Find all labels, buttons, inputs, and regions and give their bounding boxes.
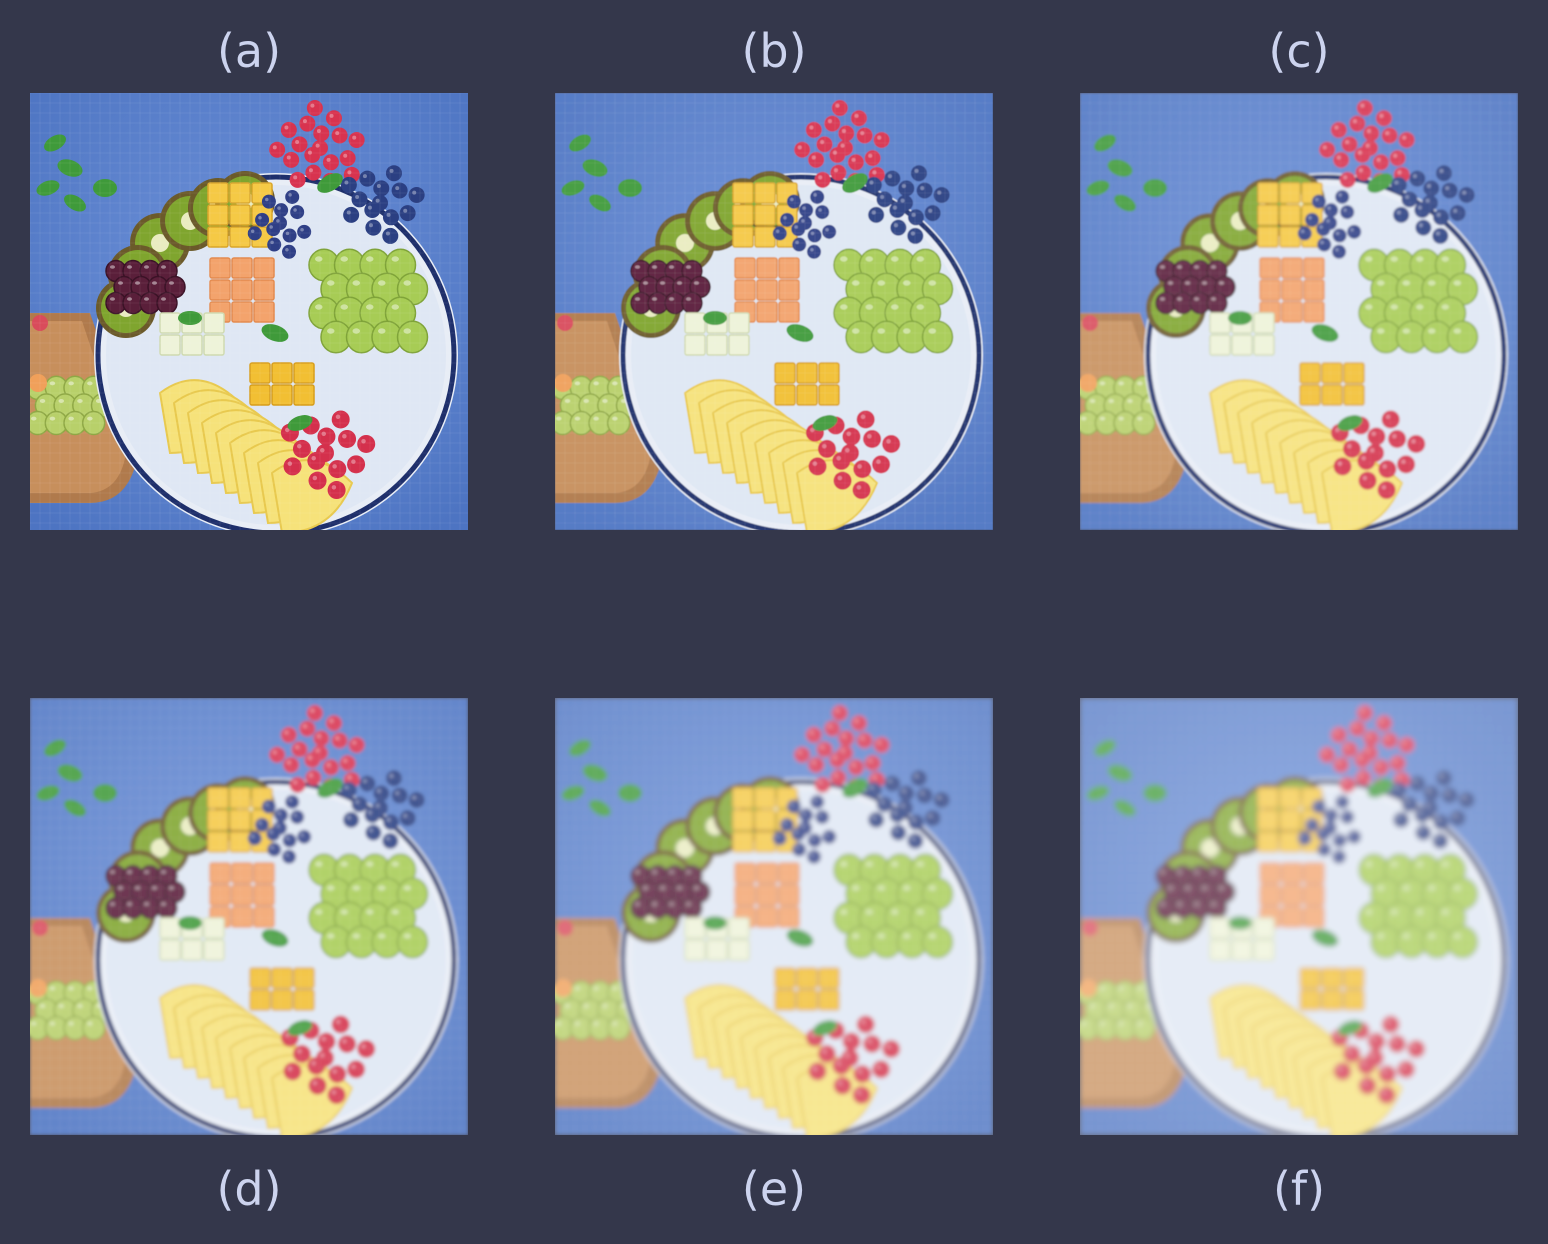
fruit-platter-image-a [30, 93, 468, 530]
fruit-platter-image-c [1080, 93, 1518, 530]
fruit-platter-image-f [1080, 698, 1518, 1135]
panel-b-label: (b) [741, 24, 807, 78]
panel-e-label: (e) [741, 1162, 807, 1216]
fruit-platter-image-d [30, 698, 468, 1135]
panel-a-label: (a) [216, 24, 282, 78]
fruit-platter-image-e [555, 698, 993, 1135]
panel-c-label: (c) [1268, 24, 1330, 78]
fruit-platter-image-b [555, 93, 993, 530]
panel-f-label: (f) [1272, 1162, 1326, 1216]
panel-d-label: (d) [216, 1162, 282, 1216]
